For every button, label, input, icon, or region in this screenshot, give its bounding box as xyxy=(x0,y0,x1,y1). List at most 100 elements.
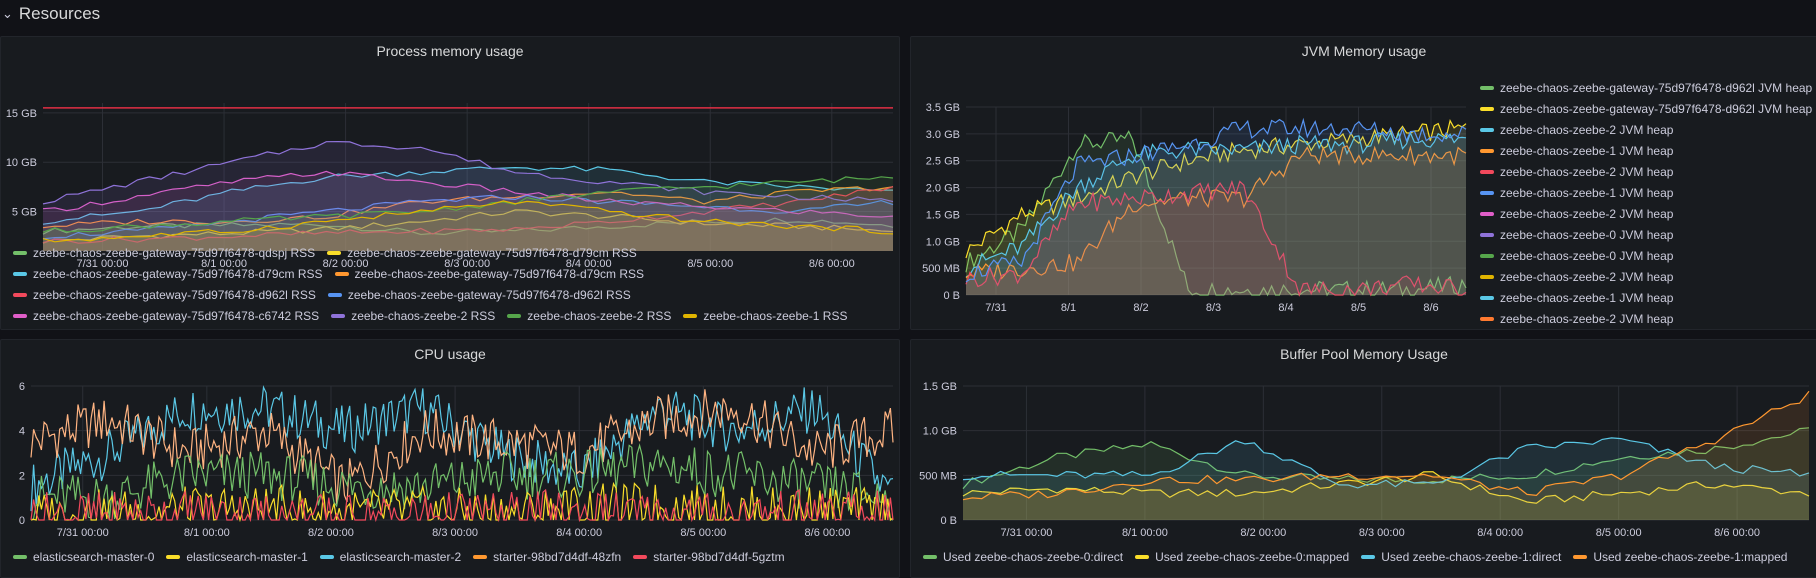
legend-item[interactable]: zeebe-chaos-zeebe-1 JVM heap xyxy=(1480,140,1816,161)
series-color-swatch xyxy=(1480,253,1494,258)
panel-title: Process memory usage xyxy=(376,43,524,59)
legend-item[interactable]: zeebe-chaos-zeebe-0 JVM heap xyxy=(1480,245,1816,266)
legend-item[interactable]: Used zeebe-chaos-zeebe-0:direct xyxy=(923,546,1123,567)
legend-label: zeebe-chaos-zeebe-2 JVM heap xyxy=(1500,206,1674,221)
x-tick-label: 8/3 00:00 xyxy=(432,527,478,539)
series-color-swatch xyxy=(1480,274,1494,279)
legend-label: zeebe-chaos-zeebe-gateway-75d97f6478-d96… xyxy=(1500,101,1813,116)
legend-item[interactable]: zeebe-chaos-zeebe-gateway-75d97f6478-c67… xyxy=(13,305,319,326)
jvm-memory-panel[interactable]: JVM Memory usage 0 B 500 MB 1.0 GB 1.5 GB 2.… xyxy=(910,36,1816,330)
x-tick-label: 8/5 00:00 xyxy=(1596,527,1642,539)
cpu-chart[interactable]: 0 2 4 6 7/31 00:00 8/1 00:00 8/2 00:00 8/3 00:0… xyxy=(1,364,899,564)
legend-item[interactable]: zeebe-chaos-zeebe-2 JVM heap xyxy=(1480,266,1816,287)
series-color-swatch xyxy=(1480,106,1494,111)
series-color-swatch xyxy=(1480,148,1494,153)
buffer-pool-chart[interactable]: 0 B 500 MB 1.0 GB 1.5 GB 7/31 00:00 8/1 00:00… xyxy=(911,364,1816,564)
legend-item[interactable]: zeebe-chaos-zeebe-gateway-75d97f6478-d79… xyxy=(334,263,645,284)
legend-label: zeebe-chaos-zeebe-2 JVM heap xyxy=(1500,311,1674,326)
legend-label: zeebe-chaos-zeebe-gateway-75d97f6478-d79… xyxy=(33,266,323,281)
series-color-swatch xyxy=(13,271,27,276)
panel-title: JVM Memory usage xyxy=(1301,43,1427,59)
series-color-swatch xyxy=(327,292,342,297)
process-memory-legend: zeebe-chaos-zeebe-gateway-75d97f6478-qds… xyxy=(13,242,893,326)
buffer-pool-legend: Used zeebe-chaos-zeebe-0:direct Used zeeb… xyxy=(923,546,1813,567)
legend-label: zeebe-chaos-zeebe-gateway-75d97f6478-d79… xyxy=(354,266,645,281)
legend-item[interactable]: zeebe-chaos-zeebe-2 JVM heap xyxy=(1480,308,1816,327)
legend-label: zeebe-chaos-zeebe-0 JVM heap xyxy=(1500,227,1674,242)
legend-item[interactable]: elasticsearch-master-0 xyxy=(13,546,154,567)
legend-item[interactable]: elasticsearch-master-1 xyxy=(166,546,308,567)
process-memory-chart[interactable]: 5 GB10 GB15 GB7/31 00:00 8/1 00:00 8/2 00:… xyxy=(1,67,899,267)
x-tick-label: 7/31 00:00 xyxy=(1000,527,1052,539)
x-tick-label: 8/3 00:00 xyxy=(1359,527,1405,539)
legend-label: zeebe-chaos-zeebe-gateway-75d97f6478-qds… xyxy=(33,245,316,260)
cpu-legend: elasticsearch-master-0 elasticsearch-mast… xyxy=(13,546,893,567)
legend-item[interactable]: zeebe-chaos-zeebe-gateway-75d97f6478-d79… xyxy=(327,242,637,263)
chevron-down-icon[interactable]: ⌄ xyxy=(2,6,13,22)
y-tick-label: 1.5 GB xyxy=(926,209,960,221)
legend-item[interactable]: zeebe-chaos-zeebe-gateway-75d97f6478-d96… xyxy=(1480,77,1816,98)
legend-item[interactable]: Used zeebe-chaos-zeebe-0:mapped xyxy=(1135,546,1349,567)
series-color-swatch xyxy=(473,554,488,559)
x-tick-label: 8/4 00:00 xyxy=(1477,527,1523,539)
legend-label: Used zeebe-chaos-zeebe-0:direct xyxy=(943,549,1124,564)
legend-item[interactable]: zeebe-chaos-zeebe-gateway-75d97f6478-d96… xyxy=(13,284,316,305)
legend-item[interactable]: zeebe-chaos-zeebe-1 RSS xyxy=(683,305,847,326)
legend-item[interactable]: Used zeebe-chaos-zeebe-1:direct xyxy=(1361,546,1561,567)
x-tick-label: 8/4 00:00 xyxy=(556,527,602,539)
series-color-swatch xyxy=(13,292,27,297)
process-memory-panel[interactable]: Process memory usage 5 GB 10 GB 15 GB 7/31 … xyxy=(0,36,900,330)
jvm-memory-chart[interactable]: 0 B 500 MB 1.0 GB 1.5 GB 2.0 GB 2.5 GB 3.0 GB 3… xyxy=(911,67,1471,329)
series-color-swatch xyxy=(507,313,522,318)
legend-label: starter-98bd7d4df-48zfn xyxy=(493,549,622,564)
legend-label: zeebe-chaos-zeebe-2 JVM heap xyxy=(1500,269,1674,284)
legend-item[interactable]: zeebe-chaos-zeebe-2 JVM heap xyxy=(1480,119,1816,140)
legend-item[interactable]: zeebe-chaos-zeebe-1 JVM heap xyxy=(1480,182,1816,203)
legend-item[interactable]: zeebe-chaos-zeebe-1 JVM heap xyxy=(1480,287,1816,308)
y-tick-label: 0 B xyxy=(940,515,957,527)
row-title: Resources xyxy=(18,4,101,23)
x-tick-label: 8/1 00:00 xyxy=(1122,527,1168,539)
x-tick-label: 8/1 00:00 xyxy=(184,527,230,539)
legend-item[interactable]: zeebe-chaos-zeebe-2 JVM heap xyxy=(1480,161,1816,182)
legend-item[interactable]: zeebe-chaos-zeebe-2 RSS xyxy=(331,305,495,326)
y-tick-label: 10 GB xyxy=(6,157,37,169)
series-color-swatch xyxy=(1480,316,1494,321)
legend-item[interactable]: starter-98bd7d4df-48zfn xyxy=(473,546,621,567)
jvm-memory-legend: zeebe-chaos-zeebe-gateway-75d97f6478-d96… xyxy=(1480,77,1816,327)
legend-label: starter-98bd7d4df-5gztm xyxy=(653,549,785,564)
x-tick-label: 8/3 xyxy=(1206,302,1221,314)
series-color-swatch xyxy=(1480,85,1494,90)
legend-item[interactable]: starter-98bd7d4df-5gztm xyxy=(633,546,785,567)
x-tick-label: 8/6 00:00 xyxy=(805,527,851,539)
legend-label: zeebe-chaos-zeebe-2 RSS xyxy=(527,308,672,323)
panel-title: Buffer Pool Memory Usage xyxy=(1280,346,1448,362)
legend-label: zeebe-chaos-zeebe-gateway-75d97f6478-d96… xyxy=(1500,80,1813,95)
legend-item[interactable]: zeebe-chaos-zeebe-2 RSS xyxy=(507,305,671,326)
cpu-panel[interactable]: CPU usage 0 2 4 6 7/31 00:00 8/1 00:00 8/2 00:… xyxy=(0,339,900,578)
legend-item[interactable]: zeebe-chaos-zeebe-gateway-75d97f6478-d79… xyxy=(13,263,323,284)
legend-item[interactable]: zeebe-chaos-zeebe-2 JVM heap xyxy=(1480,203,1816,224)
legend-item[interactable]: Used zeebe-chaos-zeebe-1:mapped xyxy=(1573,546,1787,567)
series-line xyxy=(30,389,894,505)
x-tick-label: 8/6 00:00 xyxy=(1714,527,1760,539)
series-color-swatch xyxy=(1573,554,1588,559)
legend-item[interactable]: zeebe-chaos-zeebe-gateway-75d97f6478-qds… xyxy=(13,242,315,263)
y-tick-label: 15 GB xyxy=(6,108,37,120)
series-color-swatch xyxy=(166,554,181,559)
x-tick-label: 7/31 xyxy=(985,302,1006,314)
legend-label: zeebe-chaos-zeebe-gateway-75d97f6478-d96… xyxy=(347,287,631,302)
legend-item[interactable]: zeebe-chaos-zeebe-gateway-75d97f6478-d96… xyxy=(327,284,631,305)
legend-item[interactable]: elasticsearch-master-2 xyxy=(319,546,462,567)
y-tick-label: 6 xyxy=(19,381,25,393)
y-tick-label: 3.0 GB xyxy=(926,129,960,141)
legend-item[interactable]: zeebe-chaos-zeebe-gateway-75d97f6478-d96… xyxy=(1480,98,1816,119)
buffer-pool-panel[interactable]: Buffer Pool Memory Usage 0 B 500 MB 1.0 GB… xyxy=(910,339,1816,578)
legend-item[interactable]: zeebe-chaos-zeebe-0 JVM heap xyxy=(1480,224,1816,245)
y-tick-label: 0 xyxy=(19,515,25,527)
series-color-swatch xyxy=(633,554,648,559)
series-color-swatch xyxy=(1480,295,1494,300)
y-tick-label: 5 GB xyxy=(12,207,37,219)
legend-label: elasticsearch-master-2 xyxy=(339,549,462,564)
resources-row-header[interactable]: ⌄ Resources xyxy=(0,0,1816,28)
